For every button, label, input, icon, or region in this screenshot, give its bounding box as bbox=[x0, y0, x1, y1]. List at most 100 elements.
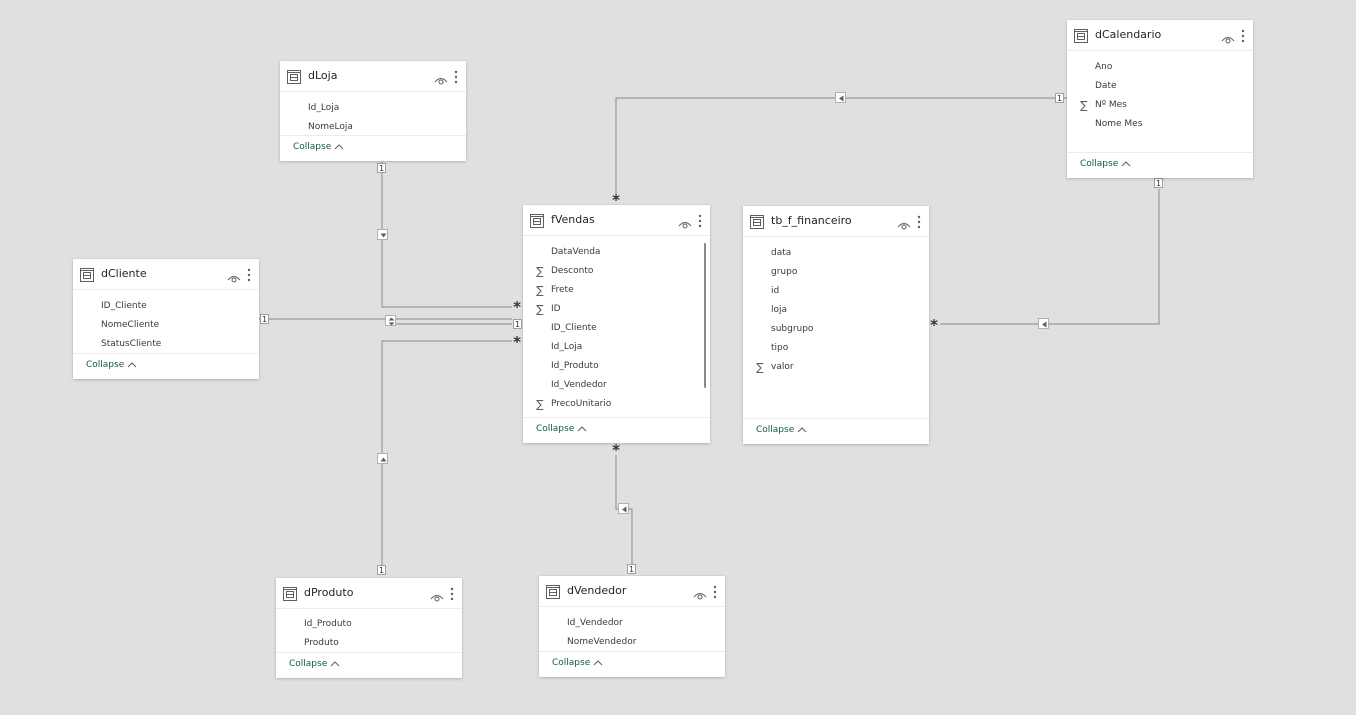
more-options-icon[interactable] bbox=[1241, 28, 1245, 43]
collapse-label: Collapse bbox=[293, 142, 332, 152]
field-subgrupo[interactable]: subgrupo bbox=[753, 320, 917, 339]
many-cardinality-label: * bbox=[513, 298, 521, 316]
table-header[interactable]: dCalendario bbox=[1067, 20, 1253, 51]
relationship-line-dcalendario-fvendas[interactable] bbox=[615, 97, 1067, 194]
table-header[interactable]: dProduto bbox=[276, 578, 462, 609]
field-ano[interactable]: Ano bbox=[1077, 58, 1241, 77]
collapse-label: Collapse bbox=[289, 659, 328, 669]
table-card-tb-f-financeiro[interactable]: tb_f_financeirodata grupo id loja subgrupo ti… bbox=[743, 206, 929, 444]
field-valor[interactable]: ∑ valor bbox=[753, 358, 917, 377]
table-icon bbox=[545, 584, 561, 600]
field-precounitario[interactable]: ∑ PrecoUnitario bbox=[533, 395, 698, 414]
eye-icon[interactable] bbox=[1221, 30, 1235, 44]
table-title: dProduto bbox=[304, 586, 354, 599]
table-header[interactable]: dVendedor bbox=[539, 576, 725, 607]
filter-direction-icon bbox=[377, 229, 388, 240]
eye-icon[interactable] bbox=[897, 216, 911, 230]
one-cardinality-label: 1 bbox=[513, 319, 522, 329]
field-name: Id_Loja bbox=[308, 103, 340, 113]
eye-icon[interactable] bbox=[693, 586, 707, 600]
chevron-up-icon bbox=[330, 660, 340, 667]
field-n-mes[interactable]: ∑ Nº Mes bbox=[1077, 96, 1241, 115]
chevron-up-icon bbox=[1121, 160, 1131, 167]
chevron-up-icon bbox=[593, 659, 603, 666]
field-frete[interactable]: ∑ Frete bbox=[533, 281, 698, 300]
fields-scrollbar[interactable] bbox=[704, 243, 706, 388]
field-name: Date bbox=[1095, 81, 1117, 91]
eye-icon[interactable] bbox=[434, 71, 448, 85]
filter-direction-icon bbox=[1038, 318, 1049, 329]
many-cardinality-label: * bbox=[612, 191, 620, 209]
collapse-button[interactable]: Collapse bbox=[293, 142, 344, 152]
field-tipo[interactable]: tipo bbox=[753, 339, 917, 358]
table-title: dCliente bbox=[101, 267, 147, 280]
field-nomecliente[interactable]: NomeCliente bbox=[83, 316, 247, 335]
field-name: ID bbox=[551, 304, 561, 314]
table-header[interactable]: tb_f_financeiro bbox=[743, 206, 929, 237]
field-id-loja[interactable]: Id_Loja bbox=[290, 99, 454, 118]
relationship-line-dcalendario-financeiro[interactable] bbox=[940, 189, 1160, 325]
field-name: ID_Cliente bbox=[551, 323, 597, 333]
collapse-button[interactable]: Collapse bbox=[1080, 159, 1131, 169]
table-header[interactable]: dLoja bbox=[280, 61, 466, 92]
field-id-cliente[interactable]: ID_Cliente bbox=[533, 319, 698, 338]
collapse-button[interactable]: Collapse bbox=[756, 425, 807, 435]
field-nome-mes[interactable]: Nome Mes bbox=[1077, 115, 1241, 134]
more-options-icon[interactable] bbox=[713, 584, 717, 599]
field-name: Id_Produto bbox=[304, 619, 352, 629]
field-name: data bbox=[771, 248, 792, 258]
collapse-button[interactable]: Collapse bbox=[289, 659, 340, 669]
chevron-up-icon bbox=[334, 143, 344, 150]
field-grupo[interactable]: grupo bbox=[753, 263, 917, 282]
more-options-icon[interactable] bbox=[917, 214, 921, 229]
table-footer: Collapse bbox=[743, 418, 929, 445]
eye-icon[interactable] bbox=[227, 269, 241, 283]
table-header[interactable]: dCliente bbox=[73, 259, 259, 290]
field-date[interactable]: Date bbox=[1077, 77, 1241, 96]
table-header[interactable]: fVendas bbox=[523, 205, 710, 236]
field-statuscliente[interactable]: StatusCliente bbox=[83, 335, 247, 354]
more-options-icon[interactable] bbox=[454, 69, 458, 84]
filter-direction-icon bbox=[618, 503, 629, 514]
field-id-cliente[interactable]: ID_Cliente bbox=[83, 297, 247, 316]
table-card-dproduto[interactable]: dProduto Id_Produto Produto Collapse bbox=[276, 578, 462, 678]
collapse-button[interactable]: Collapse bbox=[552, 658, 603, 668]
table-card-dcalendario[interactable]: dCalendario Ano Date ∑ Nº Mes Nome Mes Collaps… bbox=[1067, 20, 1253, 178]
field-id[interactable]: id bbox=[753, 282, 917, 301]
more-options-icon[interactable] bbox=[450, 586, 454, 601]
field-nomevendedor[interactable]: NomeVendedor bbox=[549, 633, 713, 652]
table-card-dloja[interactable]: dLoja Id_Loja NomeLoja Collapse bbox=[280, 61, 466, 161]
model-canvas[interactable]: 1 * 1 * 1 1 1 * 1 * 1 * dLoja Id_Loja NomeLoja Collaps… bbox=[0, 0, 1356, 715]
table-card-fvendas[interactable]: fVendas DataVenda ∑ Desconto ∑ Frete ∑ ID ID_Cli… bbox=[523, 205, 710, 443]
field-produto[interactable]: Produto bbox=[286, 634, 450, 653]
eye-icon[interactable] bbox=[678, 215, 692, 229]
more-options-icon[interactable] bbox=[247, 267, 251, 282]
field-id-vendedor[interactable]: Id_Vendedor bbox=[549, 614, 713, 633]
table-footer: Collapse bbox=[280, 135, 466, 162]
relationship-line-dproduto-fvendas[interactable] bbox=[381, 340, 512, 566]
table-footer: Collapse bbox=[1067, 152, 1253, 179]
field-data[interactable]: data bbox=[753, 244, 917, 263]
table-card-dvendedor[interactable]: dVendedor Id_Vendedor NomeVendedor Collapse bbox=[539, 576, 725, 677]
field-name: id bbox=[771, 286, 780, 296]
relationship-line-dloja-fvendas[interactable] bbox=[381, 162, 512, 308]
collapse-button[interactable]: Collapse bbox=[86, 360, 137, 370]
field-loja[interactable]: loja bbox=[753, 301, 917, 320]
more-options-icon[interactable] bbox=[698, 213, 702, 228]
field-id-produto[interactable]: Id_Produto bbox=[286, 615, 450, 634]
one-cardinality-label: 1 bbox=[377, 565, 386, 575]
table-card-dcliente[interactable]: dCliente ID_Cliente NomeCliente StatusClien… bbox=[73, 259, 259, 379]
eye-icon[interactable] bbox=[430, 588, 444, 602]
field-id-vendedor[interactable]: Id_Vendedor bbox=[533, 376, 698, 395]
collapse-button[interactable]: Collapse bbox=[536, 424, 587, 434]
field-datavenda[interactable]: DataVenda bbox=[533, 243, 698, 262]
sum-icon: ∑ bbox=[1080, 99, 1088, 112]
table-title: tb_f_financeiro bbox=[771, 214, 852, 227]
field-id-loja[interactable]: Id_Loja bbox=[533, 338, 698, 357]
field-id-produto[interactable]: Id_Produto bbox=[533, 357, 698, 376]
field-id[interactable]: ∑ ID bbox=[533, 300, 698, 319]
field-name: NomeCliente bbox=[101, 320, 160, 330]
field-desconto[interactable]: ∑ Desconto bbox=[533, 262, 698, 281]
table-footer: Collapse bbox=[539, 651, 725, 678]
field-name: DataVenda bbox=[551, 247, 601, 257]
